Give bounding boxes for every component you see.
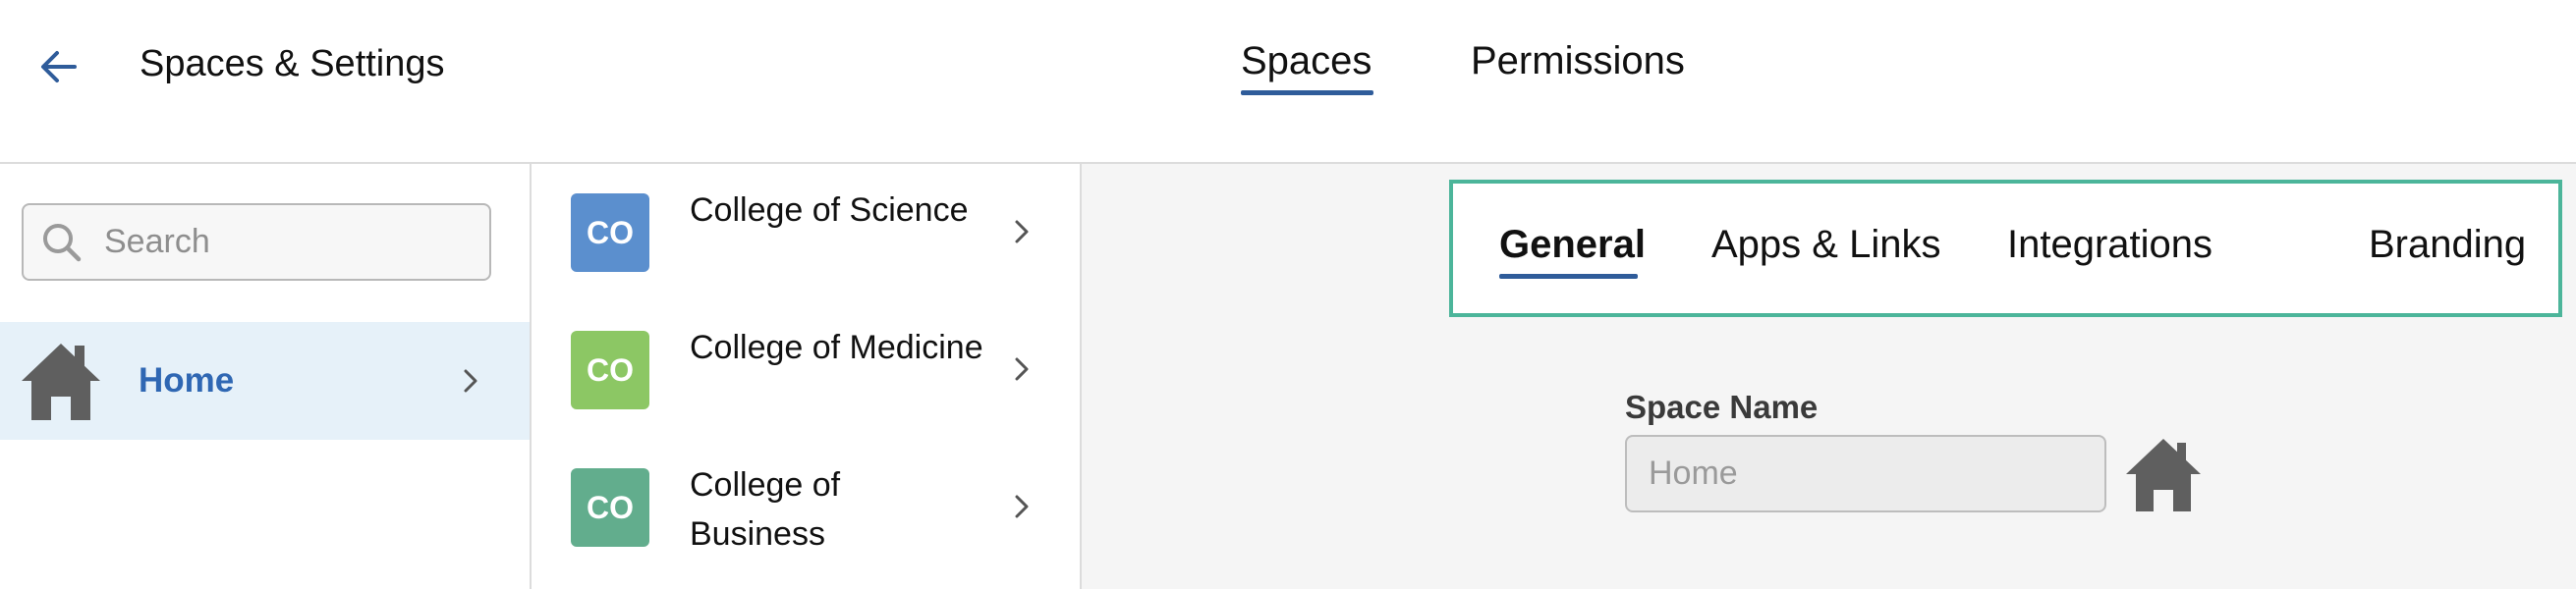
chevron-right-icon — [464, 369, 477, 393]
chevron-right-icon — [1015, 495, 1029, 518]
active-tab-indicator — [1241, 90, 1373, 95]
space-name: College of Business — [690, 466, 841, 553]
settings-tab-bar: General Apps & Links Integrations Brandi… — [1449, 180, 2562, 317]
space-name-label: Space Name — [1625, 389, 1819, 425]
arrow-left-icon — [41, 51, 77, 82]
house-icon — [22, 344, 100, 420]
list-item-college-medicine[interactable]: CO College of Medicine — [532, 301, 1080, 439]
child-spaces-list: CO College of Science CO College of Medi… — [532, 164, 1082, 589]
active-tab-indicator — [1499, 274, 1638, 279]
search-input[interactable] — [104, 223, 477, 261]
space-name: College of Science — [690, 191, 969, 229]
search-box[interactable] — [22, 203, 491, 281]
list-item-college-business[interactable]: CO College of Business — [532, 439, 1080, 576]
tab-branding[interactable]: Branding — [2369, 223, 2526, 267]
chevron-right-icon — [1015, 220, 1029, 243]
sidebar-item-label: Home — [139, 361, 235, 400]
top-header: Spaces & Settings Spaces Permissions — [0, 0, 2576, 164]
space-badge: CO — [571, 468, 649, 547]
space-badge: CO — [571, 331, 649, 409]
tab-apps-links[interactable]: Apps & Links — [1711, 223, 1940, 267]
tab-spaces[interactable]: Spaces — [1241, 39, 1372, 83]
tab-integrations[interactable]: Integrations — [2007, 223, 2212, 267]
tab-permissions[interactable]: Permissions — [1471, 39, 1685, 83]
page-title: Spaces & Settings — [140, 43, 445, 84]
back-button[interactable] — [29, 37, 88, 96]
tab-general[interactable]: General — [1499, 223, 1646, 267]
space-badge: CO — [571, 193, 649, 272]
sidebar-item-home[interactable]: Home — [0, 322, 530, 440]
house-icon[interactable] — [2124, 435, 2203, 513]
space-name: College of Medicine — [690, 329, 983, 366]
search-icon — [43, 223, 82, 261]
space-name-input[interactable] — [1625, 435, 2106, 512]
space-settings-panel: General Apps & Links Integrations Brandi… — [1082, 164, 2576, 589]
chevron-right-icon — [1015, 357, 1029, 381]
space-tree-sidebar: Home — [0, 164, 532, 589]
list-item-college-science[interactable]: CO College of Science — [532, 164, 1080, 301]
